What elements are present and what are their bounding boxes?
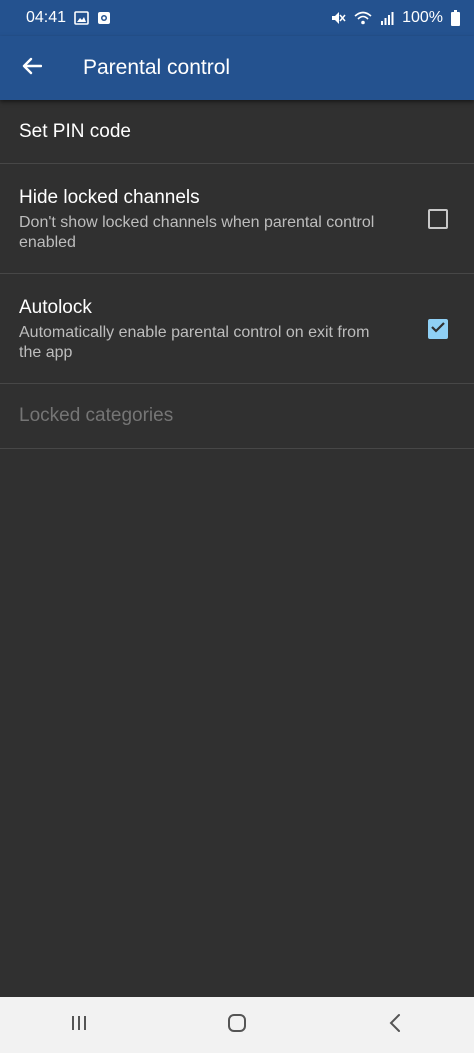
status-bar: 04:41 100% [0, 0, 474, 36]
autolock-description: Automatically enable parental control on… [19, 324, 370, 361]
wifi-icon [354, 11, 372, 25]
status-time: 04:41 [26, 9, 67, 26]
hide-locked-channels-description: Don't show locked channels when parental… [19, 214, 375, 251]
page-title: Parental control [83, 56, 231, 79]
image-icon [74, 11, 89, 25]
autolock-checkbox[interactable] [428, 319, 448, 339]
hide-locked-channels-item[interactable]: Hide locked channels Don't show locked c… [0, 164, 474, 274]
arrow-back-icon [22, 57, 43, 80]
settings-list: Set PIN code Hide locked channels Don't … [0, 100, 474, 449]
autolock-label: Autolock [19, 297, 92, 318]
battery-icon [451, 10, 460, 26]
system-nav-bar [0, 997, 474, 1053]
hide-locked-channels-label: Hide locked channels [19, 187, 200, 208]
mute-icon [330, 10, 346, 26]
back-button[interactable] [0, 36, 64, 100]
checkmark-icon [431, 320, 445, 338]
set-pin-label: Set PIN code [19, 120, 131, 142]
signal-icon [380, 11, 394, 25]
recent-apps-icon [69, 1014, 89, 1037]
app-bar: Parental control [0, 36, 474, 100]
home-button[interactable] [207, 1005, 267, 1045]
recent-apps-button[interactable] [49, 1005, 109, 1045]
nav-back-button[interactable] [365, 1005, 425, 1045]
hide-locked-channels-checkbox[interactable] [428, 209, 448, 229]
battery-percent: 100% [402, 9, 443, 26]
locked-categories-item[interactable]: Locked categories [0, 384, 474, 449]
locked-categories-label: Locked categories [19, 405, 174, 426]
back-icon [388, 1013, 402, 1038]
home-icon [227, 1013, 247, 1038]
autolock-item[interactable]: Autolock Automatically enable parental c… [0, 274, 474, 384]
screen-record-icon [97, 11, 111, 25]
set-pin-item[interactable]: Set PIN code [0, 100, 474, 164]
